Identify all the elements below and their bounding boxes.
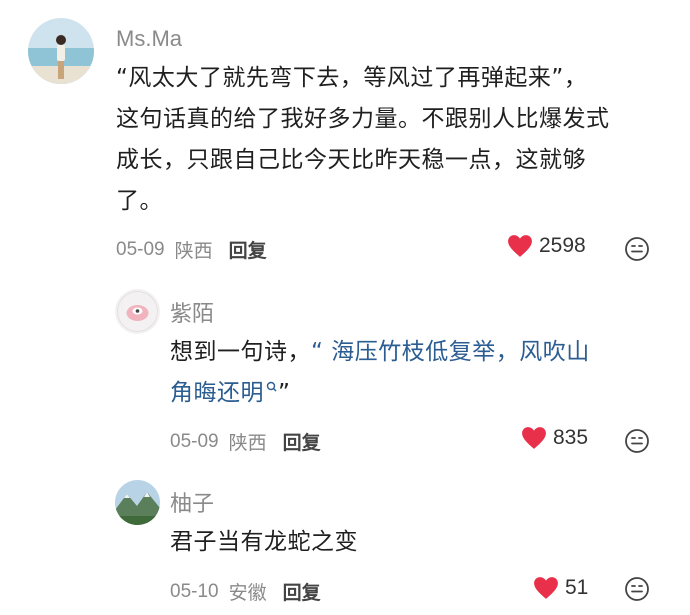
like-count: 835 (553, 426, 589, 449)
comment-text-line: 成长，只跟自己比今天比昨天稳一点，这就够 (116, 147, 586, 173)
search-icon[interactable] (266, 381, 278, 395)
like-button[interactable]: 835 (521, 426, 588, 450)
text-prefix: 想到一句诗， (170, 339, 311, 365)
avatar[interactable] (115, 480, 160, 525)
comment-text-line: 君子当有龙蛇之变 (170, 529, 358, 555)
comment-date: 05-10 (170, 580, 219, 602)
heart-icon (522, 427, 546, 449)
smiley-icon[interactable] (624, 428, 650, 454)
comment-text-line: 角晦还明 ” (170, 373, 590, 414)
avatar[interactable] (28, 18, 94, 84)
avatar[interactable] (115, 289, 160, 334)
comment-meta: 05-09 陕西 回复 (116, 236, 267, 263)
reply-button[interactable]: 回复 (283, 578, 321, 605)
smiley-icon[interactable] (624, 576, 650, 602)
comment-date: 05-09 (116, 238, 165, 260)
like-count: 2598 (539, 234, 586, 257)
quote-text[interactable]: “ 海压竹枝低复举，风吹山 (311, 339, 590, 365)
comment-author[interactable]: Ms.Ma (116, 26, 182, 52)
reply-button[interactable]: 回复 (229, 236, 267, 263)
comment-text: 君子当有龙蛇之变 (170, 522, 358, 563)
heart-icon (534, 577, 558, 599)
comment-location: 安徽 (228, 583, 267, 604)
comment-text: “风太大了就先弯下去，等风过了再弹起来”， 这句话真的给了我好多力量。不跟别人比… (116, 58, 610, 222)
like-button[interactable]: 51 (533, 576, 588, 600)
quote-end: ” (278, 380, 291, 406)
comment-text-line: 了。 (116, 188, 163, 214)
reply-button[interactable]: 回复 (283, 428, 321, 455)
comment-location: 陕西 (228, 433, 267, 454)
comment-location: 陕西 (174, 241, 213, 262)
like-button[interactable]: 2598 (507, 234, 586, 258)
quote-text[interactable]: 角晦还明 (170, 380, 264, 406)
comment-text-line: 想到一句诗，“ 海压竹枝低复举，风吹山 (170, 332, 590, 373)
smiley-icon[interactable] (624, 236, 650, 262)
heart-icon (508, 235, 532, 257)
comment-meta: 05-09 陕西 回复 (170, 428, 321, 455)
comment-author[interactable]: 紫陌 (170, 296, 214, 328)
comment-date: 05-09 (170, 430, 219, 452)
like-count: 51 (565, 576, 589, 599)
comment-author[interactable]: 柚子 (170, 486, 214, 518)
comment-text-line: “风太大了就先弯下去，等风过了再弹起来”， (116, 65, 588, 91)
comment-meta: 05-10 安徽 回复 (170, 578, 321, 605)
comment-text: 想到一句诗，“ 海压竹枝低复举，风吹山 角晦还明 ” (170, 332, 590, 414)
comment-text-line: 这句话真的给了我好多力量。不跟别人比爆发式 (116, 106, 610, 132)
